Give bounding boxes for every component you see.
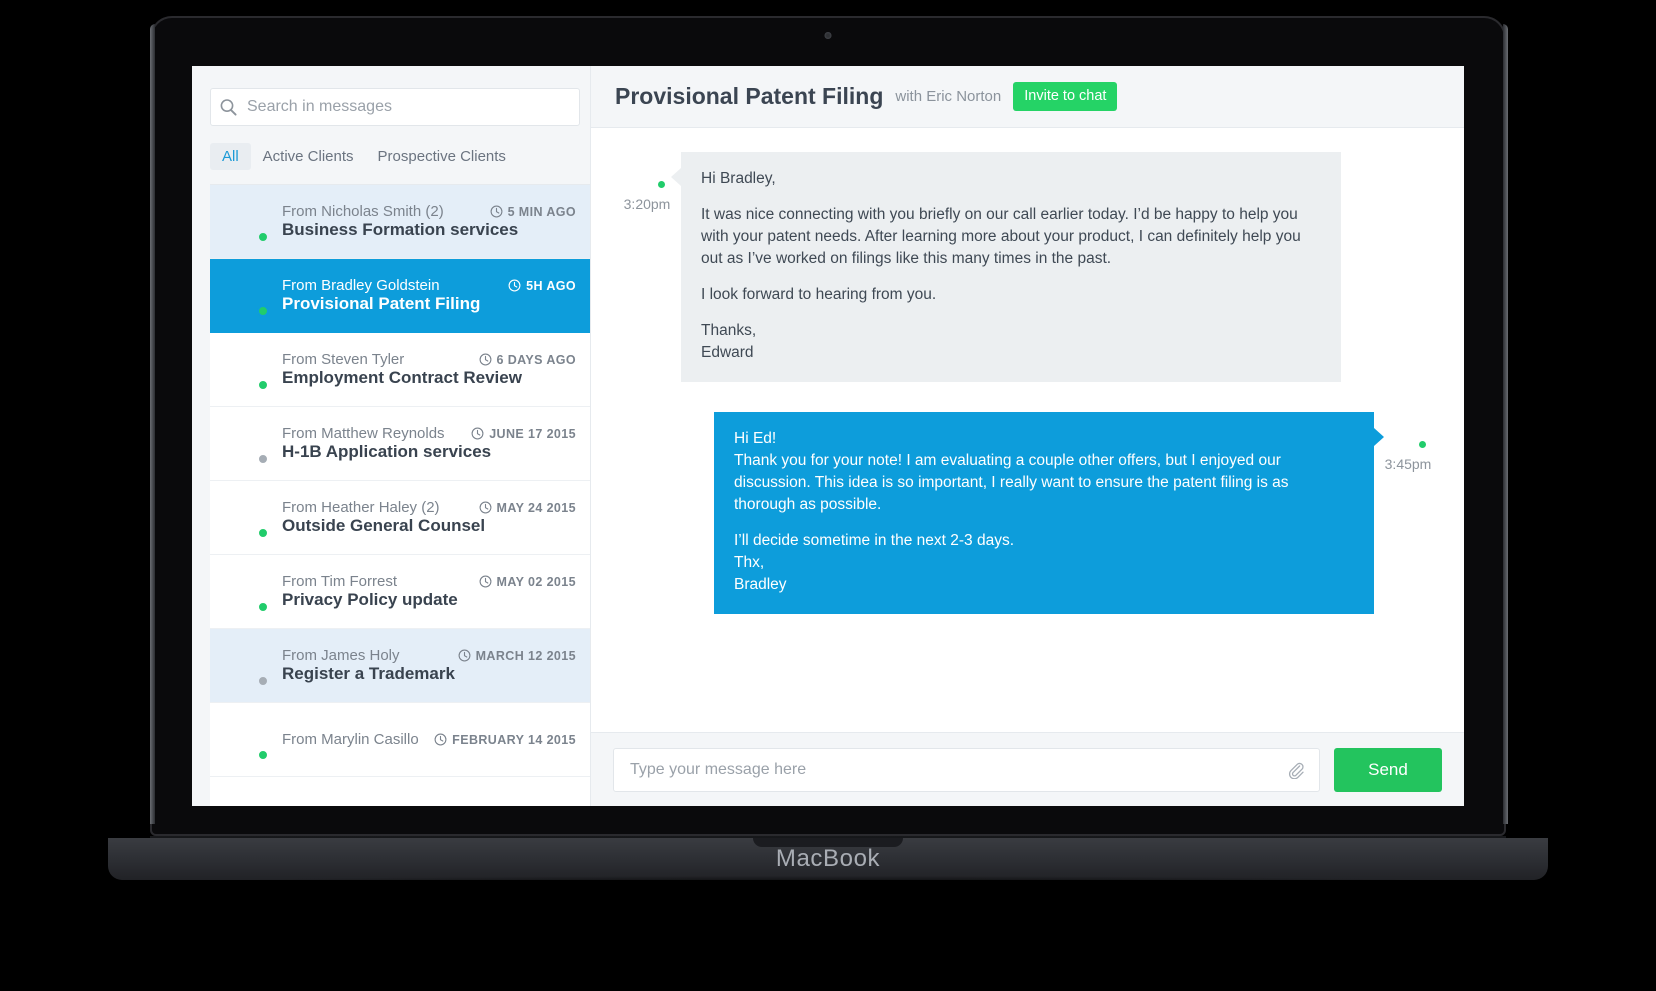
chat-panel: Provisional Patent Filing with Eric Nort…: [590, 66, 1464, 806]
message-meta: 3:20pm: [619, 152, 675, 382]
message-meta: 3:45pm: [1380, 412, 1436, 614]
search-icon: [211, 90, 245, 124]
conversation-sender: From Matthew Reynolds: [282, 425, 445, 442]
conversation-row[interactable]: From Tim Forrest MAY 02 2015 Privacy Polic…: [210, 555, 590, 629]
conversation-subject: Register a Trademark: [282, 664, 455, 683]
conversation-row[interactable]: From Marylin Casillo FEBRUARY 14 2015: [210, 703, 590, 777]
messaging-app: All Active Clients Prospective Clients F…: [192, 66, 1464, 806]
laptop-mockup: All Active Clients Prospective Clients F…: [0, 0, 1656, 991]
avatar: [226, 497, 269, 539]
presence-dot: [257, 304, 269, 317]
tab-all[interactable]: All: [210, 142, 251, 170]
conversation-sender: From Bradley Goldstein: [282, 277, 440, 294]
message: Hi Ed! Thank you for your note! I am eval…: [619, 412, 1436, 614]
message-paragraph: I look forward to hearing from you.: [701, 286, 937, 303]
conversation-timestamp: FEBRUARY 14 2015: [434, 733, 576, 747]
avatar: [226, 719, 269, 761]
conversation-row[interactable]: From Matthew Reynolds JUNE 17 2015 H-1B Ap…: [210, 407, 590, 481]
tab-prospective-clients[interactable]: Prospective Clients: [366, 143, 518, 170]
tab-active-clients[interactable]: Active Clients: [251, 143, 366, 170]
presence-dot: [257, 378, 269, 391]
conversation-timestamp: 6 DAYS AGO: [479, 353, 577, 367]
presence-dot: [257, 452, 269, 465]
message-bubble: Hi Ed! Thank you for your note! I am eval…: [714, 412, 1384, 614]
chat-title: Provisional Patent Filing: [615, 83, 884, 109]
avatar: [226, 645, 269, 687]
conversation-timestamp: MARCH 12 2015: [458, 649, 576, 663]
presence-dot: [257, 230, 269, 243]
conversation-sender: From Heather Haley (2): [282, 499, 440, 516]
conversation-sidebar: All Active Clients Prospective Clients F…: [192, 66, 590, 806]
avatar: [628, 152, 667, 190]
conversation-subject: Employment Contract Review: [282, 368, 522, 387]
chat-header: Provisional Patent Filing with Eric Nort…: [591, 66, 1464, 128]
search-bar[interactable]: [210, 88, 580, 126]
chat-participant: with Eric Norton: [895, 88, 1002, 105]
conversation-timestamp: 5H AGO: [508, 279, 576, 293]
conversation-timestamp: MAY 24 2015: [479, 501, 576, 515]
avatar: [226, 571, 269, 613]
message-paragraph: It was nice connecting with you briefly …: [701, 206, 1301, 267]
conversation-timestamp: 5 MIN AGO: [490, 205, 576, 219]
conversation-sender: From Tim Forrest: [282, 573, 397, 590]
conversation-subject: Privacy Policy update: [282, 590, 458, 609]
device-label: MacBook: [775, 845, 881, 872]
conversation-subject: H-1B Application services: [282, 442, 492, 461]
conversation-timestamp: JUNE 17 2015: [471, 427, 576, 441]
message-timestamp: 3:45pm: [1384, 456, 1432, 472]
send-button[interactable]: Send: [1334, 747, 1442, 792]
presence-dot: [257, 674, 269, 687]
conversation-row[interactable]: From Heather Haley (2) MAY 24 2015 Outside…: [210, 481, 590, 555]
conversation-row[interactable]: From Nicholas Smith (2) 5 MIN AGO Business…: [210, 185, 590, 259]
message-paragraph: Hi Ed! Thank you for your note! I am eval…: [734, 430, 1289, 513]
message-paragraph: I’ll decide sometime in the next 2-3 day…: [734, 532, 1014, 593]
message-bubble: Hi Bradley, It was nice connecting with y…: [671, 152, 1341, 382]
presence-dot: [1417, 439, 1428, 450]
presence-dot: [656, 179, 667, 190]
avatar: [226, 275, 269, 317]
presence-dot: [257, 526, 269, 539]
laptop-shadow: [90, 876, 1566, 894]
presence-dot: [257, 600, 269, 613]
avatar: [226, 349, 269, 391]
avatar: [226, 423, 269, 465]
conversation-sender: From Nicholas Smith (2): [282, 203, 444, 220]
lid-edge-right: [1503, 24, 1508, 824]
message-paragraph: Hi Bradley,: [701, 170, 776, 187]
webcam-icon: [824, 32, 832, 39]
conversation-subject: Business Formation services: [282, 220, 519, 239]
avatar: [1389, 412, 1428, 450]
message-field[interactable]: [613, 747, 1320, 792]
filter-tabs: All Active Clients Prospective Clients: [210, 140, 590, 172]
conversation-row[interactable]: From Bradley Goldstein 5H AGO Provisional …: [210, 259, 590, 333]
conversation-row[interactable]: From James Holy MARCH 12 2015 Register a T…: [210, 629, 590, 703]
conversation-list[interactable]: From Nicholas Smith (2) 5 MIN AGO Business…: [210, 184, 590, 806]
message-thread: 3:20pm Hi Bradley, It was nice connecting …: [591, 128, 1464, 732]
search-input[interactable]: [245, 98, 579, 116]
laptop-screen: All Active Clients Prospective Clients F…: [192, 66, 1464, 806]
conversation-sender: From Steven Tyler: [282, 351, 405, 368]
message-paragraph: Thanks, Edward: [701, 322, 757, 361]
compose-bar: Send: [591, 732, 1464, 806]
invite-to-chat-button[interactable]: Invite to chat: [1013, 81, 1118, 112]
message-input[interactable]: [630, 760, 1275, 779]
lid-edge-left: [150, 24, 155, 824]
conversation-subject: Provisional Patent Filing: [282, 294, 481, 313]
conversation-row[interactable]: From Steven Tyler 6 DAYS AGO Employment Co…: [210, 333, 590, 407]
presence-dot: [257, 748, 269, 761]
conversation-sender: From James Holy: [282, 647, 400, 664]
paperclip-icon[interactable]: [1287, 761, 1305, 779]
conversation-timestamp: MAY 02 2015: [479, 575, 576, 589]
conversation-subject: Outside General Counsel: [282, 516, 486, 535]
avatar: [226, 201, 269, 243]
message-timestamp: 3:20pm: [623, 196, 671, 212]
conversation-sender: From Marylin Casillo: [282, 731, 419, 748]
message: 3:20pm Hi Bradley, It was nice connecting …: [619, 152, 1436, 382]
